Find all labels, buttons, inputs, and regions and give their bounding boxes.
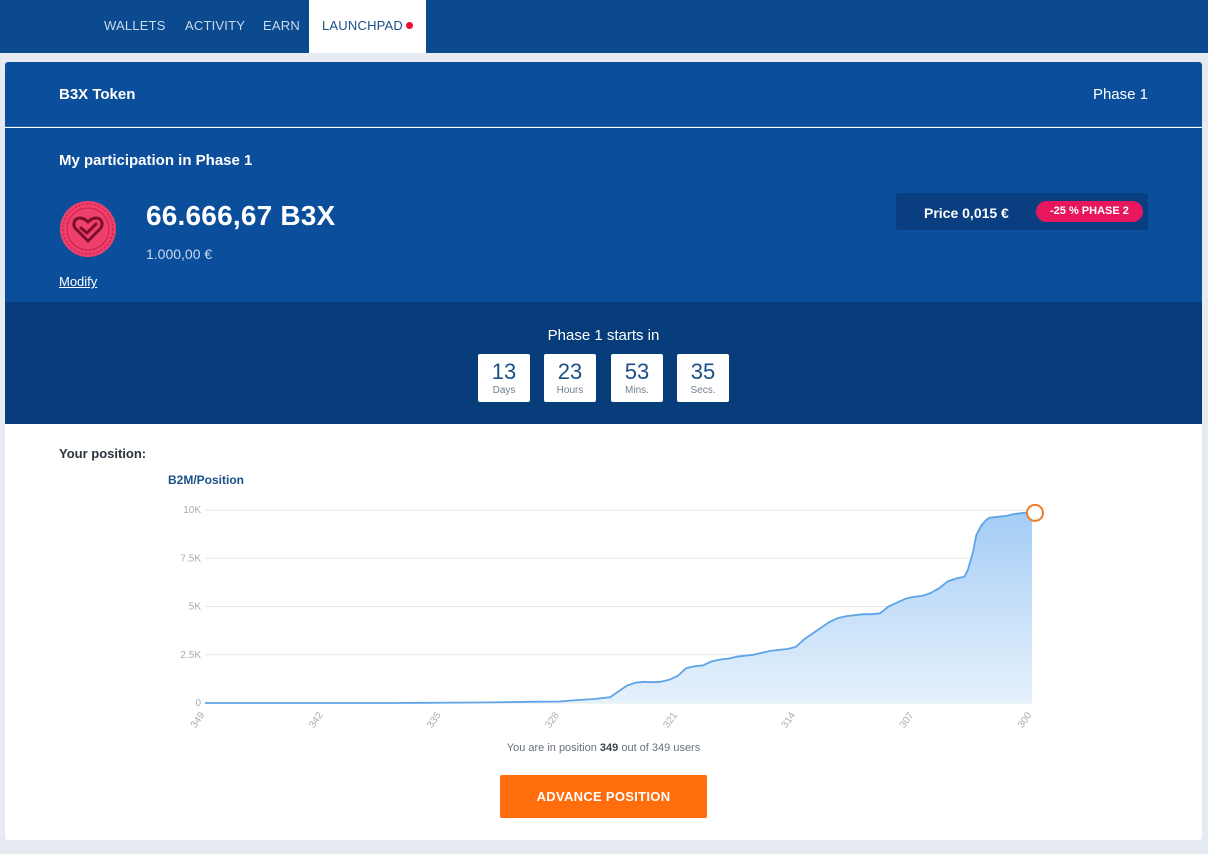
countdown-value: 13 [491, 359, 517, 384]
card-header: B3X Token Phase 1 [5, 62, 1202, 127]
countdown-days: 13 Days [478, 354, 530, 402]
nav-item-earn[interactable]: EARN [263, 0, 300, 53]
price-box: Price 0,015 € -25 % PHASE 2 [896, 193, 1148, 230]
token-amount: 66.666,67 B3X [146, 200, 336, 231]
modify-link[interactable]: Modify [59, 274, 97, 289]
advance-position-button[interactable]: ADVANCE POSITION [500, 775, 707, 818]
countdown-unit: Days [492, 385, 516, 396]
countdown-value: 53 [624, 359, 650, 384]
x-tick-label: 307 [898, 710, 917, 730]
chart-title: B2M/Position [168, 473, 245, 487]
y-tick-label: 0 [195, 698, 201, 709]
countdown-unit: Secs. [690, 385, 716, 396]
x-tick-label: 349 [189, 710, 208, 730]
y-tick-label: 10K [183, 505, 201, 516]
heart-logo-icon [59, 200, 117, 258]
countdown-panel: Phase 1 starts in 13 Days 23 Hours 53 Mi… [5, 302, 1202, 424]
nav-item-label: LAUNCHPAD [322, 18, 404, 33]
nav-item-label: WALLETS [104, 18, 166, 33]
nav-item-wallets[interactable]: WALLETS [104, 0, 166, 53]
y-tick-label: 7.5K [180, 553, 201, 564]
launchpad-card: B3X Token Phase 1 My participation in Ph… [5, 62, 1202, 840]
notification-dot [406, 22, 414, 29]
y-tick-label: 5K [189, 602, 202, 613]
price-text: Price 0,015 € [924, 205, 1009, 221]
countdown-hours: 23 Hours [544, 354, 596, 402]
position-prefix: You are in position [506, 742, 600, 754]
x-tick-label: 342 [307, 710, 326, 730]
nav-item-label: EARN [263, 18, 300, 33]
top-nav: WALLETS ACTIVITY EARN LAUNCHPAD [0, 0, 1208, 53]
fiat-amount: 1.000,00 € [146, 246, 213, 262]
nav-item-activity[interactable]: ACTIVITY [185, 0, 245, 53]
countdown-unit: Hours [556, 385, 584, 396]
countdown-title: Phase 1 starts in [547, 327, 660, 344]
countdown-value: 23 [557, 359, 583, 384]
x-tick-label: 321 [661, 710, 680, 730]
phase-label: Phase 1 [1092, 86, 1148, 103]
y-tick-label: 2.5K [180, 650, 201, 661]
x-tick-label: 328 [543, 710, 562, 730]
countdown-minutes: 53 Mins. [611, 354, 663, 402]
participation-panel: My participation in Phase 1 66.666,67 B3… [5, 128, 1202, 302]
countdown-value: 35 [690, 359, 716, 384]
countdown-seconds: 35 Secs. [677, 354, 729, 402]
x-tick-label: 314 [780, 710, 799, 730]
token-name: B3X Token [59, 86, 136, 103]
series-area [205, 512, 1032, 703]
countdown-unit: Mins. [625, 385, 649, 396]
position-value: 349 [599, 742, 619, 754]
position-summary: You are in position 349 out of 349 users [5, 742, 1202, 754]
nav-item-launchpad[interactable]: LAUNCHPAD [309, 0, 427, 53]
position-suffix: out of 349 users [618, 742, 701, 754]
nav-item-label: ACTIVITY [185, 18, 246, 33]
current-position-marker [1026, 503, 1044, 522]
position-chart: 0 2.5K 5K 7.5K 10K 349 342 335 328 321 314 307 300 [180, 503, 1044, 730]
your-position-heading: Your position: [59, 446, 147, 461]
participation-title: My participation in Phase 1 [59, 152, 253, 169]
discount-badge: -25 % PHASE 2 [1036, 201, 1143, 222]
x-tick-label: 300 [1016, 710, 1035, 730]
x-tick-label: 335 [425, 710, 444, 730]
